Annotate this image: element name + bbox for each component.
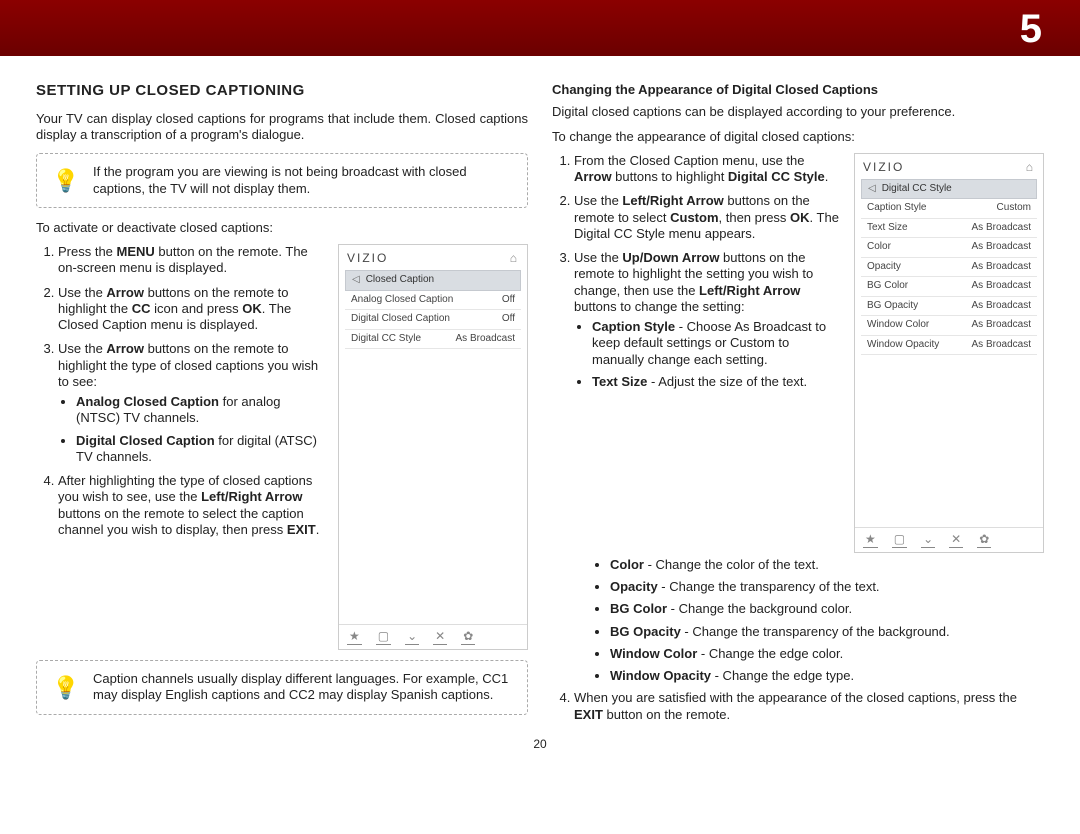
home-icon: ⌂ [510,251,519,266]
bullet-digital: Digital Closed Caption for digital (ATSC… [76,433,324,466]
home-icon: ⌂ [1026,160,1035,175]
opt: Caption Style - Choose As Broadcast to k… [592,319,840,368]
vizio-menu-digital-cc-style: VIZIO ⌂ ◁ Digital CC Style Caption Style… [854,153,1044,553]
subhead: Changing the Appearance of Digital Close… [552,82,1044,98]
menu-title: Closed Caption [366,274,434,287]
back-icon: ◁ [352,274,360,287]
down-icon: ⌄ [405,629,419,645]
right-column: Changing the Appearance of Digital Close… [552,82,1044,731]
bullet-analog: Analog Closed Caption for analog (NTSC) … [76,394,324,427]
opt: Color - Change the color of the text. [610,557,1044,573]
menu-row: Analog Closed CaptionOff [345,291,521,311]
opt: Opacity - Change the transparency of the… [610,579,1044,595]
opt: Window Opacity - Change the edge type. [610,668,1044,684]
menu-row: Window OpacityAs Broadcast [861,336,1037,356]
menu-row: OpacityAs Broadcast [861,258,1037,278]
menu-row: Window ColorAs Broadcast [861,316,1037,336]
intro-text: Your TV can display closed captions for … [36,111,528,144]
opt: Text Size - Adjust the size of the text. [592,374,840,390]
menu-row: Text SizeAs Broadcast [861,219,1037,239]
option-list-continued: Color - Change the color of the text. Op… [552,557,1044,685]
rstep-3: Use the Up/Down Arrow buttons on the rem… [574,250,840,390]
menu-row: Caption StyleCustom [861,199,1037,219]
menu-footer-icons: ★ ▢ ⌄ ✕ ✿ [339,624,527,649]
right-lead: To change the appearance of digital clos… [552,129,1044,145]
left-steps: Press the MENU button on the remote. The… [36,244,324,538]
menu-footer-icons: ★ ▢ ⌄ ✕ ✿ [855,527,1043,552]
right-steps-with-menu: From the Closed Caption menu, use the Ar… [552,153,1044,553]
menu-row: BG OpacityAs Broadcast [861,297,1037,317]
tip-box-2: 💡 Caption channels usually display diffe… [36,660,528,715]
tip-box-1: 💡 If the program you are viewing is not … [36,153,528,208]
right-steps-continued: When you are satisfied with the appearan… [552,690,1044,723]
menu-rows: Caption StyleCustom Text SizeAs Broadcas… [861,199,1037,355]
tip-text: Caption channels usually display differe… [93,671,513,704]
steps-with-menu: Press the MENU button on the remote. The… [36,244,528,650]
star-icon: ★ [863,532,878,548]
gear-icon: ✿ [461,629,475,645]
step-2: Use the Arrow buttons on the remote to h… [58,285,324,334]
tip-text: If the program you are viewing is not be… [93,164,513,197]
page-body: SETTING UP CLOSED CAPTIONING Your TV can… [0,56,1080,731]
down-icon: ⌄ [921,532,935,548]
opt: BG Opacity - Change the transparency of … [610,624,1044,640]
left-column: SETTING UP CLOSED CAPTIONING Your TV can… [36,82,528,731]
vizio-menu-closed-caption: VIZIO ⌂ ◁ Closed Caption Analog Closed C… [338,244,528,650]
page-header: 5 [0,0,1080,56]
page-number: 20 [0,731,1080,752]
menu-row: ColorAs Broadcast [861,238,1037,258]
lightbulb-icon: 💡 [51,167,81,195]
menu-row: Digital CC StyleAs Broadcast [345,330,521,350]
menu-title: Digital CC Style [882,183,952,196]
rstep-2: Use the Left/Right Arrow buttons on the … [574,193,840,242]
right-steps: From the Closed Caption menu, use the Ar… [552,153,840,390]
activate-lead: To activate or deactivate closed caption… [36,220,528,236]
vizio-brand: VIZIO [347,251,388,266]
opt: BG Color - Change the background color. [610,601,1044,617]
section-number: 5 [1020,4,1042,54]
rstep-1: From the Closed Caption menu, use the Ar… [574,153,840,186]
step-1: Press the MENU button on the remote. The… [58,244,324,277]
right-intro: Digital closed captions can be displayed… [552,104,1044,120]
cc-icon: ▢ [376,629,391,645]
opt: Window Color - Change the edge color. [610,646,1044,662]
option-list: Caption Style - Choose As Broadcast to k… [574,319,840,390]
cc-icon: ▢ [892,532,907,548]
menu-row: Digital Closed CaptionOff [345,310,521,330]
menu-rows: Analog Closed CaptionOff Digital Closed … [345,291,521,350]
gear-icon: ✿ [977,532,991,548]
menu-row: BG ColorAs Broadcast [861,277,1037,297]
page-title: SETTING UP CLOSED CAPTIONING [36,82,528,101]
close-icon: ✕ [433,629,447,645]
step-3: Use the Arrow buttons on the remote to h… [58,341,324,465]
vizio-brand: VIZIO [863,160,904,175]
close-icon: ✕ [949,532,963,548]
step-4: After highlighting the type of closed ca… [58,473,324,538]
star-icon: ★ [347,629,362,645]
back-icon: ◁ [868,183,876,196]
lightbulb-icon: 💡 [51,674,81,702]
rstep-4: When you are satisfied with the appearan… [574,690,1044,723]
